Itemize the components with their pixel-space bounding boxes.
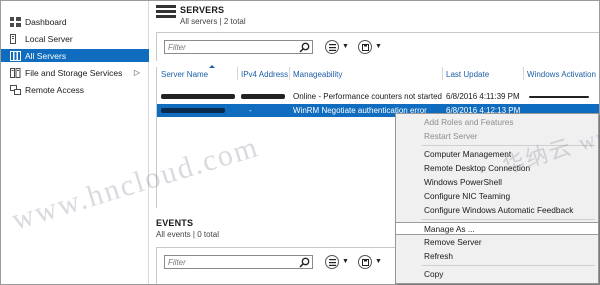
sidebar-item-label: Remote Access [25,84,85,95]
local-server-icon [10,33,16,44]
menu-item-nic-teaming[interactable]: Configure NIC Teaming [396,190,598,203]
menu-item-remove-server[interactable]: Remove Server [396,236,598,249]
context-menu: Add Roles and Features Restart Server Co… [395,113,599,284]
chevron-down-icon[interactable]: ▼ [342,258,349,265]
menu-item-restart-server: Restart Server [424,131,478,141]
events-header: EVENTS All events | 0 total [156,218,219,239]
dashboard-icon [10,16,21,27]
save-query-button[interactable] [358,255,372,269]
cell-manageability: Online - Performance counters not starte… [293,92,442,101]
sidebar-item-label: Local Server [25,33,73,44]
search-icon[interactable] [299,42,310,53]
list-options-button[interactable] [325,255,339,269]
sidebar-item-remote-access[interactable]: Remote Access [1,83,149,96]
menu-item-copy[interactable]: Copy [396,268,598,281]
servers-section-icon [156,5,176,18]
events-title: EVENTS [156,218,194,228]
chevron-down-icon[interactable]: ▼ [375,43,382,50]
table-row[interactable]: Online - Performance counters not starte… [156,90,599,103]
servers-filter-bar: ▼ ▼ [156,32,599,61]
column-divider[interactable] [523,67,524,80]
cell-ipv4: - [249,106,252,115]
servers-table-header: Server Name IPv4 Address Manageability L… [156,65,599,80]
column-last-update[interactable]: Last Update [446,70,489,79]
sidebar-item-label: Dashboard [25,16,67,27]
redacted-ipv4 [241,94,285,99]
column-divider[interactable] [289,67,290,80]
chevron-right-icon[interactable]: ▷ [134,68,140,77]
sidebar: Dashboard Local Server All Servers File … [1,1,149,284]
servers-subtitle: All servers | 2 total [180,17,246,26]
redacted-server-name [161,108,225,113]
sidebar-item-all-servers[interactable]: All Servers [1,49,149,62]
sidebar-item-file-storage[interactable]: File and Storage Services ▷ [1,66,149,79]
column-server-name[interactable]: Server Name [161,70,208,79]
servers-title: SERVERS [180,5,225,15]
servers-header: SERVERS All servers | 2 total [180,5,246,26]
menu-separator [422,265,595,266]
redacted-activation [529,96,589,98]
redacted-server-name [161,94,235,99]
chevron-down-icon[interactable]: ▼ [375,258,382,265]
sort-ascending-icon [209,65,215,68]
list-icon [329,44,336,51]
menu-item-add-roles: Add Roles and Features [424,117,514,127]
chevron-down-icon[interactable]: ▼ [342,43,349,50]
cell-last-update: 6/8/2016 4:11:39 PM [446,92,520,101]
events-subtitle: All events | 0 total [156,230,219,239]
column-divider[interactable] [442,67,443,80]
servers-filter-input[interactable] [165,41,297,53]
sidebar-item-label: File and Storage Services [25,67,123,78]
menu-separator [422,145,595,146]
servers-filter-box [164,40,313,54]
list-options-button[interactable] [325,40,339,54]
all-servers-icon [10,50,21,61]
save-query-button[interactable] [358,40,372,54]
menu-item-computer-management[interactable]: Computer Management [396,148,598,161]
menu-item-manage-as[interactable]: Manage As ... [396,222,598,235]
column-ipv4[interactable]: IPv4 Address [241,70,288,79]
list-icon [329,259,336,266]
column-divider[interactable] [237,67,238,80]
save-icon [362,44,369,51]
file-storage-icon [10,67,21,78]
events-filter-box [164,255,313,269]
menu-item-automatic-feedback[interactable]: Configure Windows Automatic Feedback [396,204,598,217]
menu-item-powershell[interactable]: Windows PowerShell [396,176,598,189]
save-icon [362,259,369,266]
events-filter-input[interactable] [165,256,297,268]
sidebar-item-local-server[interactable]: Local Server [1,32,149,45]
search-icon[interactable] [299,257,310,268]
sidebar-item-label: All Servers [25,50,67,61]
menu-separator [422,219,595,220]
menu-item-refresh[interactable]: Refresh [396,250,598,263]
sidebar-item-dashboard[interactable]: Dashboard [1,15,149,28]
remote-access-icon [10,84,21,95]
column-windows-activation[interactable]: Windows Activation [527,70,596,79]
menu-item-remote-desktop[interactable]: Remote Desktop Connection [396,162,598,175]
column-manageability[interactable]: Manageability [293,70,342,79]
